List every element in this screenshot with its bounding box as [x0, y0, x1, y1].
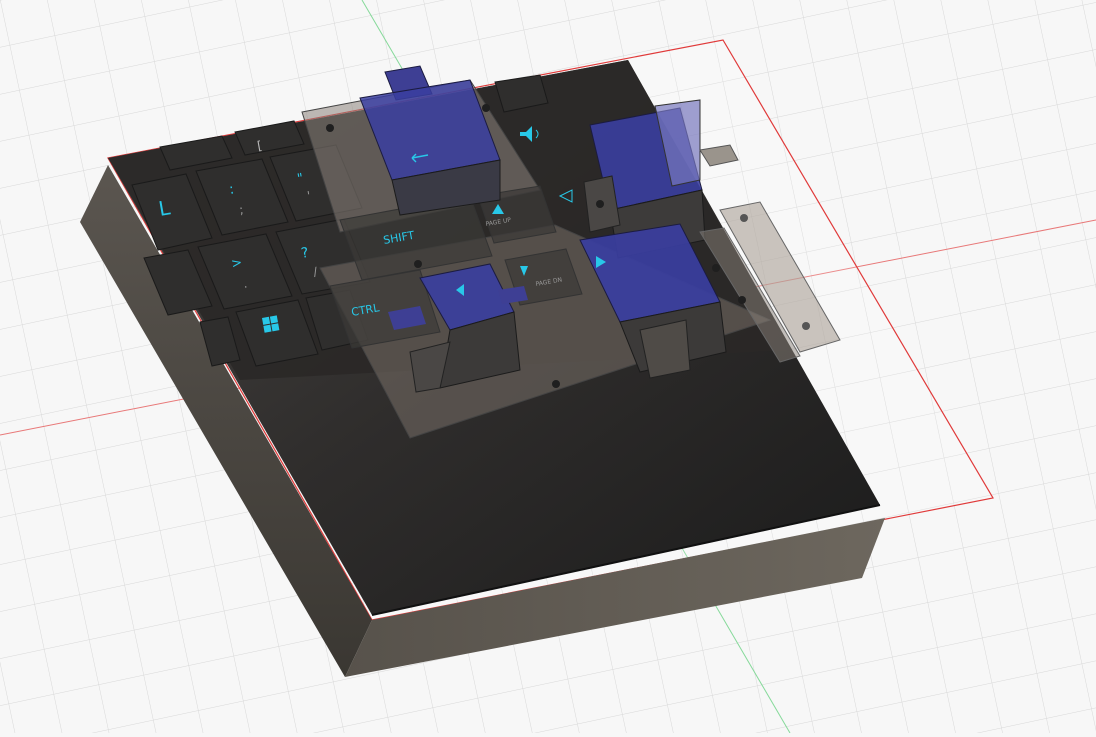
cad-viewport[interactable]: L : ; " ' > . ? / [ SHIFT CTRL PAGE UP P… — [0, 0, 1096, 734]
screw-hole — [712, 264, 720, 272]
screw-hole — [326, 124, 334, 132]
screw-hole — [414, 260, 422, 268]
screw-hole — [596, 200, 604, 208]
screw-hole — [552, 380, 560, 388]
screw-hole — [482, 104, 490, 112]
viewport-canvas[interactable]: L : ; " ' > . ? / [ SHIFT CTRL PAGE UP P… — [0, 0, 1096, 734]
screw-hole — [738, 296, 746, 304]
